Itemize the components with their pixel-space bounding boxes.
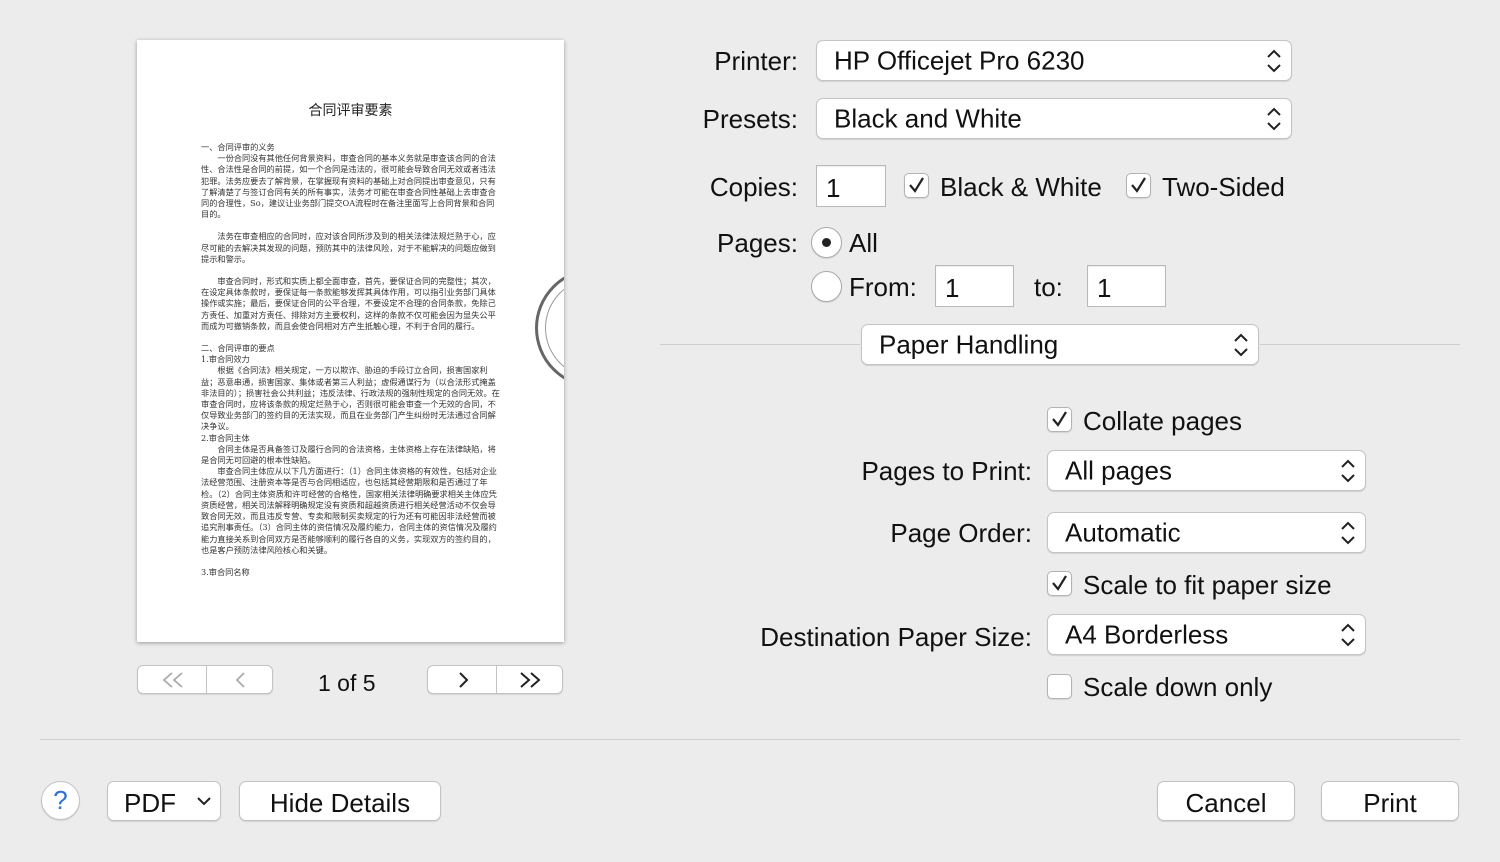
pages-from-label: From: xyxy=(849,272,917,302)
updown-chevrons-icon xyxy=(1341,459,1355,482)
preview-document-title: 合同评审要素 xyxy=(308,103,393,119)
page-order-value: Automatic xyxy=(1065,517,1181,547)
checkmark-icon xyxy=(1052,411,1067,427)
collate-checkbox[interactable] xyxy=(1047,407,1072,432)
preview-paragraph: 合同主体是否具备签订及履行合同的合法资格，主体资格上存在法律缺陷，将是合同无可回… xyxy=(201,443,496,466)
updown-chevrons-icon xyxy=(1341,623,1355,646)
preview-paragraph: 一份合同没有其他任何背景资料，审查合同的基本义务就是审查该合同的合法性、合法性是… xyxy=(201,153,496,220)
updown-chevrons-icon xyxy=(1341,521,1355,544)
footer-divider xyxy=(40,739,1460,740)
copies-field[interactable]: 1 xyxy=(816,165,886,207)
preview-paragraph: 根据《合同法》相关规定，一方以欺诈、胁迫的手段订立合同，损害国家利益；恶意串通，… xyxy=(201,365,500,432)
black-white-label: Black & White xyxy=(940,172,1102,202)
pdf-menu-button[interactable]: PDF xyxy=(107,781,221,821)
destination-paper-size-label: Destination Paper Size: xyxy=(760,622,1032,652)
hide-details-label: Hide Details xyxy=(269,788,411,818)
scale-down-only-checkbox[interactable] xyxy=(1047,674,1072,699)
updown-chevrons-icon xyxy=(1267,49,1281,72)
updown-chevrons-icon xyxy=(1267,107,1281,130)
two-sided-label: Two-Sided xyxy=(1162,172,1285,202)
cancel-label: Cancel xyxy=(1185,788,1267,818)
pages-from-field[interactable]: 1 xyxy=(935,265,1014,307)
next-page-button[interactable] xyxy=(428,666,496,693)
double-chevron-right-icon xyxy=(520,672,541,688)
preview-paragraph: 二、合同评审的要点 xyxy=(201,343,275,354)
first-page-button[interactable] xyxy=(138,666,206,693)
pages-to-print-popup[interactable]: All pages xyxy=(1047,450,1366,491)
checkmark-icon xyxy=(1131,177,1146,193)
two-sided-checkbox[interactable] xyxy=(1126,173,1151,198)
presets-popup[interactable]: Black and White xyxy=(816,98,1292,139)
print-button[interactable]: Print xyxy=(1321,781,1459,821)
preview-paragraph: 一、合同评审的义务 xyxy=(201,142,275,152)
section-divider-left xyxy=(660,344,860,345)
preview-paragraph: 3.审合同名称 xyxy=(201,566,250,577)
section-divider-right xyxy=(1260,344,1460,345)
scale-to-fit-label: Scale to fit paper size xyxy=(1083,570,1332,600)
checkmark-icon xyxy=(1052,575,1067,591)
preview-document-body: 一、合同评审的义务 一份合同没有其他任何背景资料，审查合同的基本义务就是审查该合… xyxy=(201,142,501,578)
section-value: Paper Handling xyxy=(879,329,1059,359)
presets-label: Presets: xyxy=(702,104,798,134)
chevron-down-icon xyxy=(197,797,211,806)
preview-paragraph: 2.审合同主体 xyxy=(201,432,250,443)
section-popup[interactable]: Paper Handling xyxy=(861,324,1259,365)
pages-label: Pages: xyxy=(717,228,798,258)
black-white-checkbox[interactable] xyxy=(904,173,929,198)
pages-to-print-label: Pages to Print: xyxy=(861,456,1032,486)
pages-all-label: All xyxy=(849,228,878,258)
preview-paragraph: 审查合同时，形式和实质上都全面审查，首先，要保证合同的完整性；其次，在设定具体条… xyxy=(201,276,496,331)
last-page-button[interactable] xyxy=(497,666,563,693)
double-chevron-left-icon xyxy=(162,672,183,688)
print-label: Print xyxy=(1363,788,1417,818)
chevron-left-icon xyxy=(235,672,245,688)
collate-label: Collate pages xyxy=(1083,406,1242,436)
presets-value: Black and White xyxy=(834,103,1022,133)
destination-paper-size-popup[interactable]: A4 Borderless xyxy=(1047,614,1366,655)
pages-from-radio[interactable] xyxy=(811,271,842,302)
pages-all-radio[interactable] xyxy=(811,227,842,258)
scale-to-fit-checkbox[interactable] xyxy=(1047,571,1072,596)
printer-label: Printer: xyxy=(714,46,798,76)
page-indicator: 1 of 5 xyxy=(318,670,376,696)
printer-value: HP Officejet Pro 6230 xyxy=(834,45,1085,75)
pdf-label: PDF xyxy=(124,788,176,818)
pager-forward-group xyxy=(427,665,563,694)
print-preview-page: 合同评审要素 一、合同评审的义务 一份合同没有其他任何背景资料，审查合同的基本义… xyxy=(137,40,564,642)
pages-to-print-value: All pages xyxy=(1065,455,1172,485)
pages-to-field[interactable]: 1 xyxy=(1087,265,1166,307)
printer-popup[interactable]: HP Officejet Pro 6230 xyxy=(816,40,1292,81)
cancel-button[interactable]: Cancel xyxy=(1157,781,1295,821)
page-order-popup[interactable]: Automatic xyxy=(1047,512,1366,553)
pager-back-group xyxy=(137,665,273,694)
chevron-right-icon xyxy=(459,672,469,688)
destination-paper-size-value: A4 Borderless xyxy=(1065,619,1229,649)
previous-page-button[interactable] xyxy=(207,666,273,693)
updown-chevrons-icon xyxy=(1234,333,1248,356)
pages-to-label: to: xyxy=(1034,272,1063,302)
preview-paragraph: 法务在审查相应的合同时，应对该合同所涉及到的相关法律法规烂熟于心，应尽可能的去解… xyxy=(201,231,496,264)
page-order-label: Page Order: xyxy=(890,518,1032,548)
hide-details-button[interactable]: Hide Details xyxy=(239,781,441,821)
copies-label: Copies: xyxy=(709,172,798,202)
checkmark-icon xyxy=(909,177,924,193)
scale-down-only-label: Scale down only xyxy=(1083,672,1273,702)
seal-stamp xyxy=(535,268,564,388)
preview-paragraph: 1.审合同效力 xyxy=(201,354,250,365)
preview-paragraph: 审查合同主体应从以下几方面进行：（1）合同主体资格的有效性，包括对企业法经营范围… xyxy=(201,466,497,555)
help-button[interactable]: ? xyxy=(41,781,80,820)
